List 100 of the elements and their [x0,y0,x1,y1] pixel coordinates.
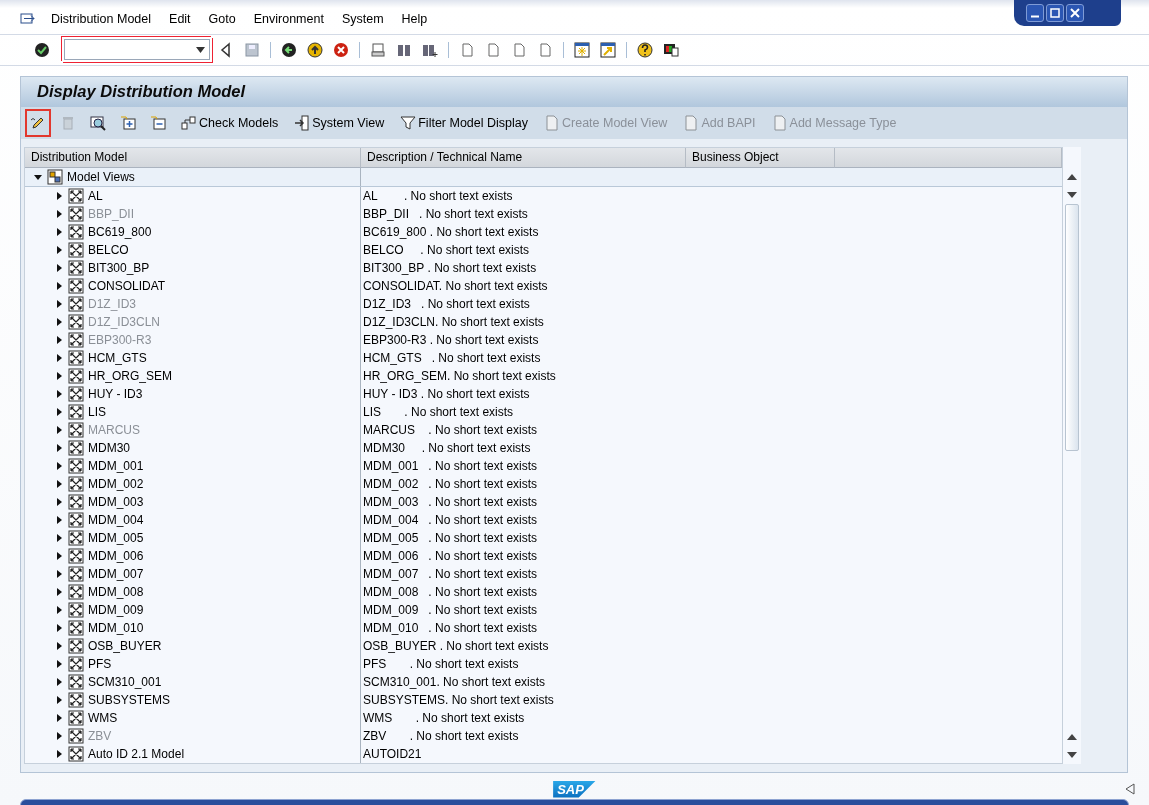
tree-node[interactable]: MDM_004 [88,512,144,527]
tree-toggle[interactable] [54,387,64,400]
cross-arrows-icon [68,475,84,492]
tree-node[interactable]: Model Views [67,169,135,184]
tree-toggle[interactable] [54,243,64,256]
tree-toggle[interactable] [54,621,64,634]
column-header[interactable]: Description / Technical Name [361,147,686,168]
description-cell: HR_ORG_SEM. No short text exists [363,368,556,383]
toolbar-button[interactable] [635,39,655,60]
tree-toggle[interactable] [54,459,64,472]
cross-arrows-icon [68,439,84,456]
tree-node[interactable]: MDM_009 [88,602,144,617]
tree-node[interactable]: MDM_005 [88,530,144,545]
toolbar-button[interactable] [25,108,51,137]
tree-node[interactable]: AL [88,188,103,203]
description-cell: BC619_800 . No short text exists [363,224,539,239]
tree-toggle[interactable] [54,711,64,724]
caret-icon [34,172,42,181]
tree-node[interactable]: Auto ID 2.1 Model [88,746,185,761]
cross-arrows-icon [68,259,84,276]
tree-toggle[interactable] [54,567,64,580]
tree-node[interactable]: HCM_GTS [88,350,147,365]
menu-icon[interactable] [20,12,36,26]
tree-node[interactable]: MDM_001 [88,458,144,473]
tree-toggle[interactable] [54,693,64,706]
triangle-left-icon[interactable] [1125,783,1135,796]
tree-toggle[interactable] [54,441,64,454]
menu-item[interactable]: Environment [244,12,333,26]
toolbar-button[interactable]: System View [288,110,391,135]
toolbar-button[interactable] [598,39,618,60]
command-field[interactable] [64,39,210,61]
column-header[interactable]: Distribution Model [25,147,361,168]
tree-node[interactable]: BC619_800 [88,224,152,239]
cross-arrows-icon [68,313,84,330]
description-cell: D1Z_ID3 . No short text exists [363,296,530,311]
magnifier-icon [90,114,106,131]
toolbar-button[interactable]: Filter Model Display [394,110,534,135]
tree-toggle[interactable] [54,225,64,238]
tree-node[interactable]: MDM_008 [88,584,144,599]
tree-toggle[interactable] [54,189,64,202]
page-icon [537,41,553,58]
tree-node[interactable]: MDM30 [88,440,130,455]
menu-item[interactable]: System [332,12,393,26]
logo: SAP [553,780,596,798]
caret-down-icon [1067,191,1077,198]
tree-toggle[interactable] [54,531,64,544]
minimize-icon [1030,14,1040,18]
toolbar-button[interactable] [305,39,325,60]
tree-toggle[interactable] [54,477,64,490]
tree-node[interactable]: MDM_010 [88,620,144,635]
tree-node[interactable]: MDM_002 [88,476,144,491]
toolbar-button[interactable] [572,39,592,60]
scrollbar[interactable] [1063,146,1081,764]
tree-node[interactable]: SUBSYSTEMS [88,692,171,707]
tree-toggle[interactable] [54,657,64,670]
tree-node[interactable]: HUY - ID3 [88,386,143,401]
tree-node[interactable]: LIS [88,404,106,419]
menu-item[interactable]: Distribution Model [42,12,161,26]
column-header[interactable]: Business Object [686,147,835,168]
description-cell: BBP_DII . No short text exists [363,206,528,221]
tree-toggle[interactable] [54,549,64,562]
tree-toggle[interactable] [54,675,64,688]
tree-toggle[interactable] [54,603,64,616]
tree-toggle[interactable] [54,639,64,652]
minimize-button[interactable] [1026,4,1044,22]
menu-item[interactable]: Help [392,12,437,26]
cross-arrows-icon [68,673,84,690]
description-cell: MDM_001 . No short text exists [363,458,538,473]
tree-node[interactable]: MDM_006 [88,548,144,563]
tree-node[interactable]: BELCO [88,242,129,257]
tree-toggle[interactable] [54,261,64,274]
toolbar-button[interactable]: Check Models [175,110,285,135]
tree-node[interactable]: WMS [88,710,118,725]
maximize-button[interactable] [1046,4,1064,22]
tree-node[interactable]: SCM310_001 [88,674,162,689]
menu-item[interactable]: Goto [199,12,245,26]
tree-node[interactable]: BIT300_BP [88,260,150,275]
tree-toggle[interactable] [54,513,64,526]
tree-node[interactable]: MDM_007 [88,566,144,581]
tree-node[interactable]: PFS [88,656,112,671]
tree-toggle[interactable] [54,585,64,598]
tree-node[interactable]: MDM_003 [88,494,144,509]
tree-toggle[interactable] [54,405,64,418]
tree-node[interactable]: CONSOLIDAT [88,278,166,293]
cross-arrows-icon [68,295,84,312]
tree-toggle[interactable] [54,279,64,292]
close-button[interactable] [1066,4,1084,22]
dropdown-icon [196,46,205,53]
scroll-thumb[interactable] [1065,203,1079,451]
tree-node[interactable]: OSB_BUYER [88,638,162,653]
page-icon [511,41,527,58]
menu-item[interactable]: Edit [160,12,200,26]
tree-toggle[interactable] [54,747,64,760]
tree-toggle[interactable] [54,351,64,364]
tree-toggle[interactable] [54,495,64,508]
tree-node[interactable]: HR_ORG_SEM [88,368,173,383]
cross-arrows-icon [68,277,84,294]
hierarchy-icon [181,114,197,131]
tree-toggle[interactable] [54,369,64,382]
description-cell: MDM_002 . No short text exists [363,476,538,491]
